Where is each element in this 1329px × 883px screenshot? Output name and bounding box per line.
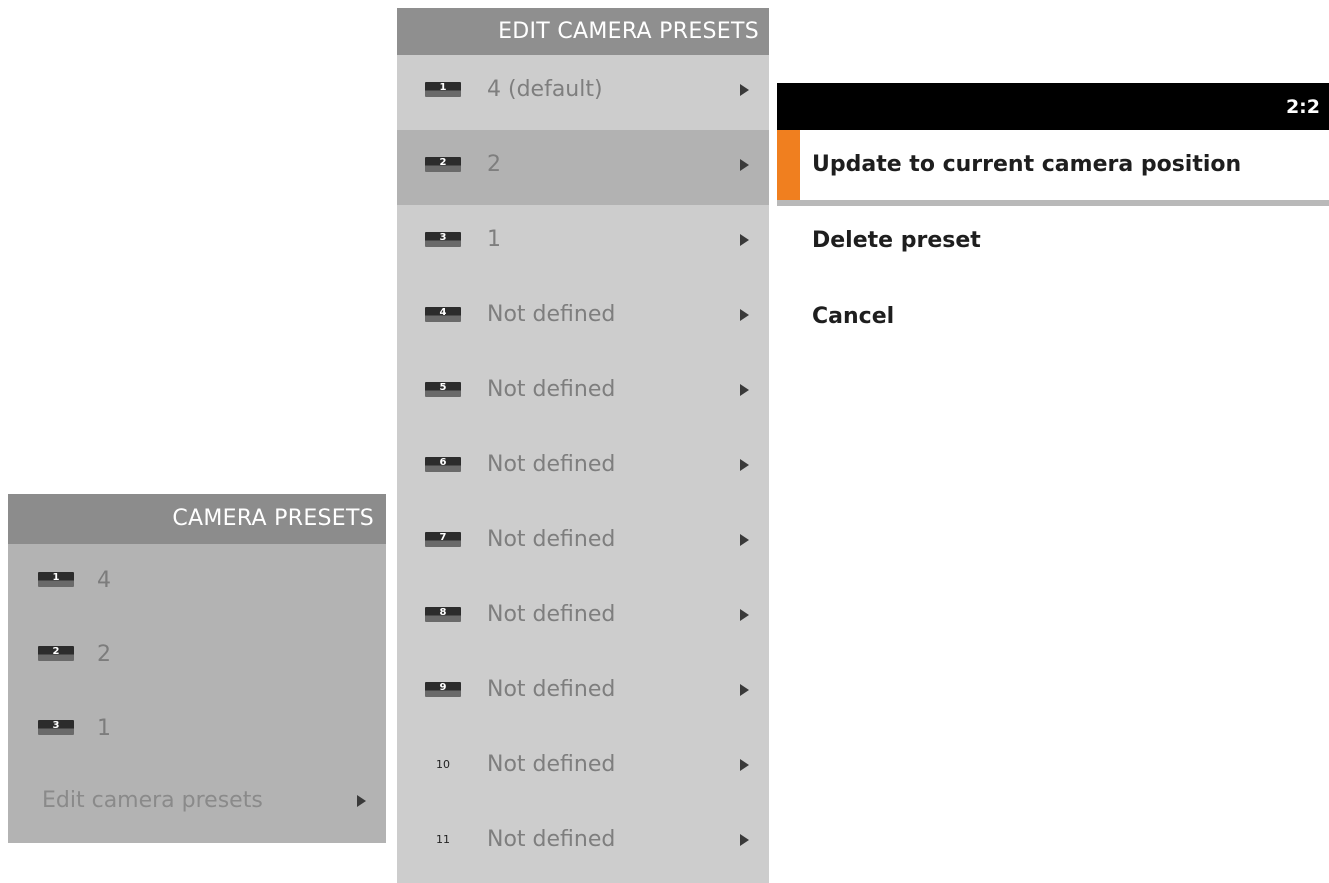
preset-number-icon: 1 (38, 572, 74, 587)
chevron-right-icon (740, 234, 749, 246)
edit-preset-item-3[interactable]: 3 1 (397, 205, 769, 280)
update-to-current-position-button[interactable]: Update to current camera position (777, 130, 1329, 206)
preset-number-icon: 10 (436, 758, 450, 771)
delete-preset-button[interactable]: Delete preset (777, 206, 1329, 282)
edit-preset-label: 4 (default) (487, 77, 603, 102)
preset-actions-header: 2:2 (777, 83, 1329, 130)
chevron-right-icon (740, 309, 749, 321)
update-to-current-position-label: Update to current camera position (812, 152, 1242, 177)
preset-number-icon: 8 (425, 607, 461, 622)
edit-preset-item-1[interactable]: 1 4 (default) (397, 55, 769, 130)
edit-preset-item-4[interactable]: 4 Not defined (397, 280, 769, 355)
edit-preset-label: Not defined (487, 827, 616, 852)
delete-preset-label: Delete preset (812, 228, 981, 253)
chevron-right-icon (740, 159, 749, 171)
camera-presets-title: CAMERA PRESETS (8, 494, 386, 544)
camera-presets-panel: CAMERA PRESETS 1 4 2 2 3 1 Edit camera p… (8, 494, 386, 843)
edit-preset-item-7[interactable]: 7 Not defined (397, 505, 769, 580)
preset-number-icon: 9 (425, 682, 461, 697)
edit-preset-item-9[interactable]: 9 Not defined (397, 655, 769, 730)
edit-preset-label: Not defined (487, 752, 616, 777)
edit-preset-label: Not defined (487, 302, 616, 327)
edit-preset-item-10[interactable]: 10 Not defined (397, 730, 769, 805)
edit-preset-item-11[interactable]: 11 Not defined (397, 805, 769, 880)
preset-number-icon: 5 (425, 382, 461, 397)
edit-preset-label: Not defined (487, 677, 616, 702)
chevron-right-icon (740, 834, 749, 846)
edit-preset-label: 2 (487, 152, 501, 177)
preset-number-icon: 1 (425, 82, 461, 97)
preset-number-icon: 2 (425, 157, 461, 172)
chevron-right-icon (740, 609, 749, 621)
preset-number-icon: 2 (38, 646, 74, 661)
camera-preset-item-3[interactable]: 3 1 (8, 692, 386, 766)
preset-number-icon: 6 (425, 457, 461, 472)
chevron-right-icon (740, 84, 749, 96)
chevron-right-icon (740, 534, 749, 546)
edit-camera-presets-title: EDIT CAMERA PRESETS (397, 8, 769, 55)
preset-number-icon: 7 (425, 532, 461, 547)
edit-preset-label: Not defined (487, 527, 616, 552)
chevron-right-icon (740, 459, 749, 471)
edit-preset-label: 1 (487, 227, 501, 252)
camera-preset-item-1[interactable]: 1 4 (8, 544, 386, 618)
page-indicator: 2:2 (1285, 96, 1320, 118)
edit-preset-item-2[interactable]: 2 2 (397, 130, 769, 205)
edit-preset-item-6[interactable]: 6 Not defined (397, 430, 769, 505)
edit-preset-item-8[interactable]: 8 Not defined (397, 580, 769, 655)
preset-number-icon: 11 (436, 833, 450, 846)
edit-camera-presets-item[interactable]: Edit camera presets (8, 766, 386, 840)
cancel-button[interactable]: Cancel (777, 282, 1329, 358)
chevron-right-icon (740, 759, 749, 771)
chevron-right-icon (740, 384, 749, 396)
edit-camera-presets-panel: EDIT CAMERA PRESETS 1 4 (default) 2 2 3 … (397, 8, 769, 883)
camera-preset-label: 4 (97, 568, 111, 593)
focus-indicator (777, 130, 800, 200)
camera-preset-label: 1 (97, 716, 111, 741)
chevron-right-icon (357, 795, 366, 807)
chevron-right-icon (740, 684, 749, 696)
edit-camera-presets-label: Edit camera presets (42, 788, 263, 813)
edit-preset-label: Not defined (487, 377, 616, 402)
cancel-label: Cancel (812, 304, 895, 329)
edit-preset-item-5[interactable]: 5 Not defined (397, 355, 769, 430)
camera-preset-item-2[interactable]: 2 2 (8, 618, 386, 692)
preset-number-icon: 3 (425, 232, 461, 247)
camera-preset-label: 2 (97, 642, 111, 667)
preset-number-icon: 4 (425, 307, 461, 322)
preset-number-icon: 3 (38, 720, 74, 735)
edit-preset-label: Not defined (487, 602, 616, 627)
edit-preset-label: Not defined (487, 452, 616, 477)
